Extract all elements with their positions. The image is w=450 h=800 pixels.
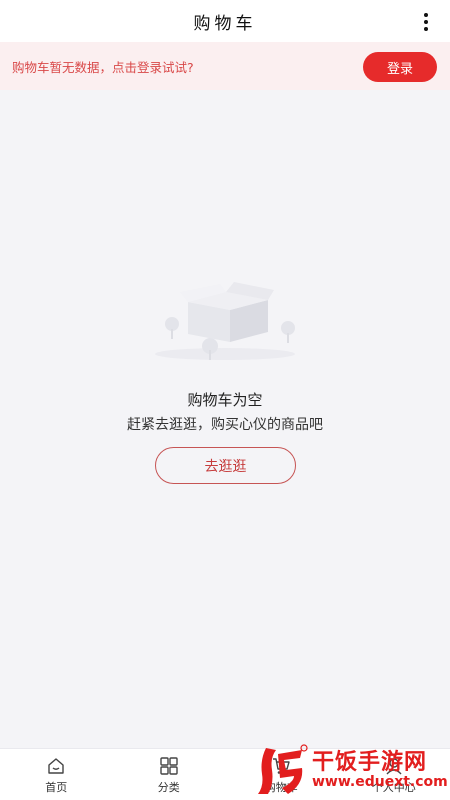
nav-header: 购物车 [0,0,450,42]
grid-icon [160,757,178,775]
tab-home[interactable]: 首页 [0,749,113,800]
tab-category[interactable]: 分类 [113,749,226,800]
watermark-title: 干饭手游网 [312,750,428,775]
login-banner: 购物车暂无数据，点击登录试试? 登录 [0,42,450,90]
empty-subtitle: 赶紧去逛逛，购买心仪的商品吧 [127,417,323,433]
empty-box-icon [150,280,300,362]
watermark: 干饭手游网 www.eduext.com [252,740,448,798]
home-icon [48,758,64,774]
tab-label: 首页 [45,781,68,794]
page-title: 购物车 [193,13,257,34]
login-button[interactable]: 登录 [363,52,437,82]
more-vertical-icon[interactable] [416,12,436,32]
empty-title: 购物车为空 [187,391,263,409]
browse-button[interactable]: 去逛逛 [155,447,296,484]
tab-label: 分类 [157,781,180,794]
banner-message: 购物车暂无数据，点击登录试试? [12,59,194,75]
fan-logo-icon [258,744,308,794]
watermark-url: www.eduext.com [312,774,448,790]
